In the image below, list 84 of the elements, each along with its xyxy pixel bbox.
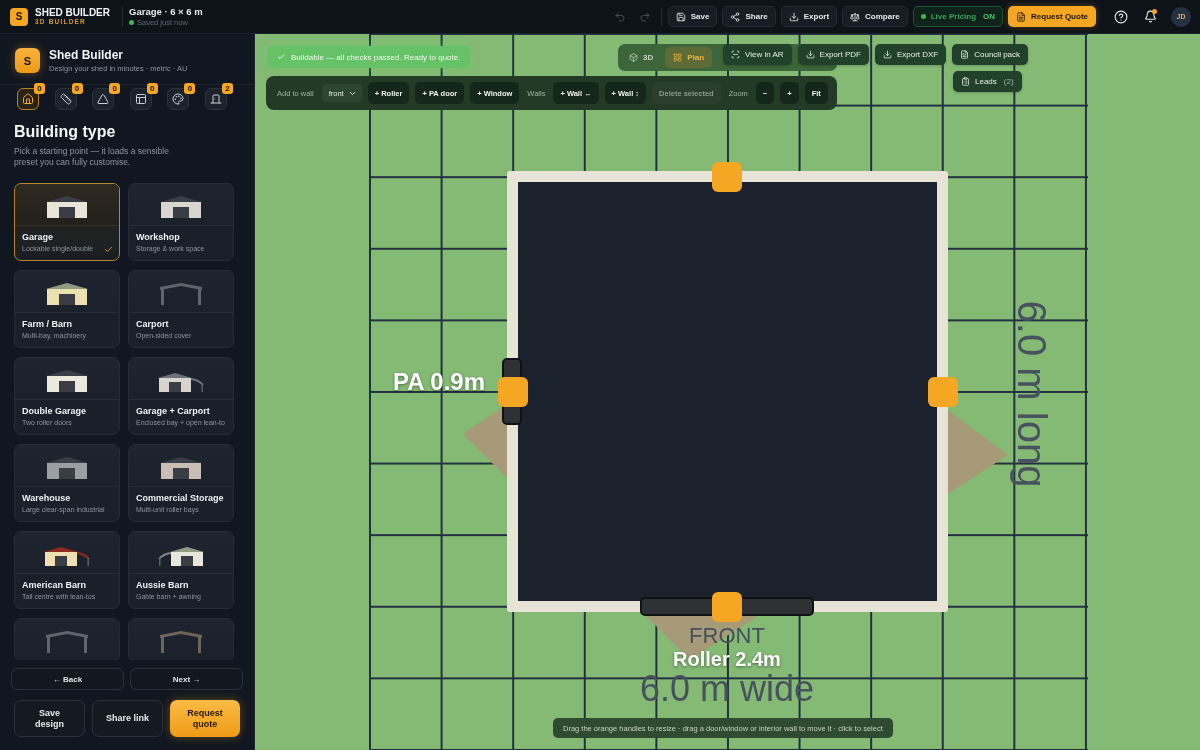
check-icon [277,53,285,61]
triangle-icon [97,93,110,105]
footer-button[interactable]: Share link [92,700,163,737]
save-button[interactable]: Save [667,6,718,27]
notifications-button[interactable] [1142,8,1158,25]
help-icon [1114,9,1128,24]
house-icon [22,93,34,105]
download-icon [882,50,892,59]
step-badge: 0 [146,83,158,94]
length-dimension: 6.0 m long [1010,300,1054,488]
clipboard-icon [961,77,970,86]
card-title: Carport [136,318,170,330]
step-tab[interactable] [167,88,190,110]
step-badge: 2 [221,83,233,94]
share-button[interactable]: Share [722,6,776,27]
leads-count: (2) [1003,77,1014,86]
document-icon [1016,11,1027,22]
step-badge: 0 [71,83,83,94]
request-quote-button[interactable]: Request quote [170,700,240,737]
palette-icon [172,93,185,105]
card-title: Garage + Carport [136,405,211,417]
resize-handle[interactable] [928,377,958,407]
share-icon [730,11,741,22]
check-icon [104,245,113,254]
project-title: Garage · 6 × 6 m [129,5,203,18]
status-dot-icon [920,14,926,19]
step-tab[interactable] [129,88,152,110]
toggle-state: ON [983,12,996,21]
download-icon [805,50,815,59]
building-type-card[interactable] [14,618,120,660]
view-tab[interactable]: 3D [621,47,662,68]
step-badge: 0 [109,83,121,94]
card-title: Garage [22,231,55,243]
card-title: Workshop [136,231,181,243]
step-badge: 0 [184,83,196,94]
card-title: Commercial Storage [136,492,225,504]
council-pack-button[interactable]: Council pack [952,44,1029,65]
resize-handle[interactable] [498,377,528,407]
request-quote-button[interactable]: Request Quote [1008,6,1096,27]
card-title: Double Garage [22,405,87,417]
export-button[interactable]: Export PDF [797,44,869,65]
redo-icon [638,10,651,23]
step-tab[interactable] [92,88,115,110]
scale-icon [850,11,861,22]
step-badge: 0 [34,83,45,94]
export-button[interactable]: Export DXF [874,44,947,65]
compare-button[interactable]: Compare [842,6,908,27]
bell-icon [1143,10,1157,23]
cube-icon [629,53,638,62]
building-type-card[interactable] [128,618,234,660]
document-icon [960,50,970,59]
wall-label: FRONT [689,624,765,648]
grid-icon [673,53,683,62]
view-in-ar-button[interactable]: View in AR [723,44,792,65]
leads-button[interactable]: Leads (2) [953,71,1022,92]
section-title: Building type [14,123,117,141]
resize-handle[interactable] [712,592,742,622]
undo-icon [613,10,626,23]
step-tab[interactable] [54,88,77,110]
status-toast: Buildable — all checks passed. Ready to quote. [267,46,471,68]
card-title: Warehouse [22,492,72,504]
app-logo: S [10,7,28,26]
footer-button[interactable]: Save design [14,700,85,737]
brand-name: SHED BUILDER [35,7,110,18]
step-tab[interactable] [17,88,39,110]
help-button[interactable] [1113,8,1129,25]
card-title: American Barn [22,579,88,591]
next-button[interactable]: Next → [130,668,243,690]
panel-icon [134,93,147,105]
door-icon [209,93,222,105]
download-icon [788,11,799,22]
back-button[interactable]: ← Back [11,668,124,690]
resize-handle[interactable] [712,162,742,192]
sidebar-title: Shed Builder [49,48,124,62]
app-logo: S [15,48,40,73]
live-pricing-toggle[interactable]: Live Pricing ON [912,6,1004,27]
section-description: Pick a starting point — it loads a sensible preset you can fully customise. [14,146,170,168]
save-icon [675,11,686,22]
scan-icon [731,50,740,59]
step-tab[interactable] [204,88,227,110]
card-title: Farm / Barn [22,318,73,330]
ruler-icon [59,93,72,105]
export-button[interactable]: Export [780,6,838,27]
card-title: Aussie Barn [136,579,190,591]
